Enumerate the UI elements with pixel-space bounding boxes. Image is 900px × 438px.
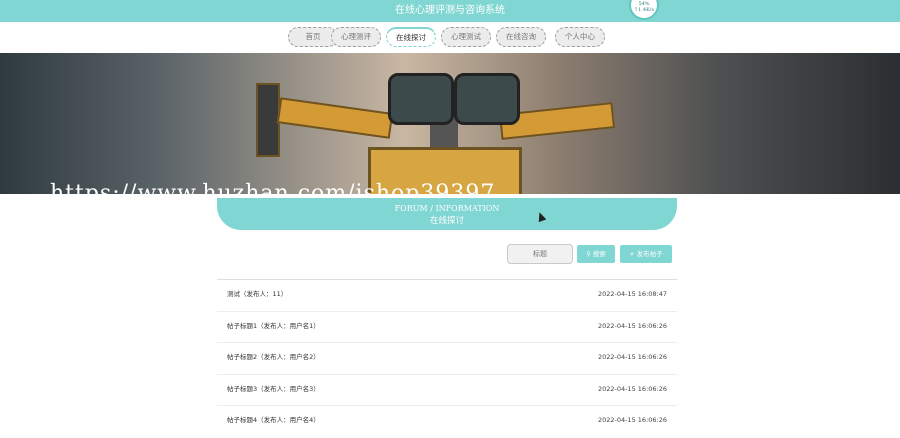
- post-title: 帖子标题1（发布人：用户名1）: [227, 321, 320, 330]
- search-icon: ⚲: [586, 250, 591, 258]
- search-button[interactable]: ⚲ 搜索: [577, 245, 615, 263]
- watermark-text: https://www.huzhan.com/ishop39397: [50, 181, 496, 194]
- app-header: 在线心理评测与咨询系统 54% ↑1.4K/s: [0, 0, 900, 22]
- post-time: 2022-04-15 16:08:47: [597, 290, 667, 298]
- network-speed-badge: 54% ↑1.4K/s: [629, 0, 659, 20]
- app-title: 在线心理评测与咨询系统: [395, 5, 505, 16]
- post-time: 2022-04-15 16:06:26: [597, 353, 667, 361]
- post-title: 帖子标题3（发布人：用户名3）: [227, 384, 320, 393]
- post-title: 测试（发布人：11）: [227, 290, 288, 298]
- post-button-label: 发布帖子: [636, 250, 663, 258]
- post-title: 帖子标题4（发布人：用户名4）: [227, 416, 320, 424]
- robot-right-eye: [454, 73, 520, 125]
- post-time: 2022-04-15 16:06:26: [597, 384, 667, 393]
- title-search-input[interactable]: 标题: [507, 244, 573, 264]
- badge-speed: ↑1.4K/s: [633, 7, 655, 13]
- nav-consult[interactable]: 在线咨询: [496, 27, 546, 47]
- search-button-label: 搜索: [592, 250, 606, 258]
- robot-left-eye: [388, 73, 454, 125]
- forum-post-list: 测试（发布人：11） 2022-04-15 16:08:47 帖子标题1（发布人…: [217, 279, 677, 437]
- main-nav: 首页 心理测评 在线探讨 心理测试 在线咨询 个人中心: [0, 22, 900, 52]
- plus-icon: +: [629, 250, 635, 258]
- list-item[interactable]: 帖子标题4（发布人：用户名4） 2022-04-15 16:06:26: [217, 405, 677, 437]
- nav-profile[interactable]: 个人中心: [555, 27, 605, 47]
- post-time: 2022-04-15 16:06:26: [597, 416, 667, 424]
- list-item[interactable]: 帖子标题2（发布人：用户名2） 2022-04-15 16:06:26: [217, 342, 677, 374]
- robot-left-arm: [276, 97, 394, 139]
- banner-image: https://www.huzhan.com/ishop39397: [0, 53, 900, 194]
- nav-forum[interactable]: 在线探讨: [386, 27, 436, 47]
- list-item[interactable]: 帖子标题1（发布人：用户名1） 2022-04-15 16:06:26: [217, 310, 677, 343]
- post-time: 2022-04-15 16:06:26: [597, 321, 667, 330]
- section-title-en: FORUM / INFORMATION: [394, 204, 500, 213]
- post-title: 帖子标题2（发布人：用户名2）: [227, 353, 320, 361]
- list-item[interactable]: 帖子标题3（发布人：用户名3） 2022-04-15 16:06:26: [217, 373, 677, 406]
- post-topic-button[interactable]: + 发布帖子: [620, 245, 672, 263]
- list-item[interactable]: 测试（发布人：11） 2022-04-15 16:08:47: [217, 279, 677, 311]
- section-title-zh: 在线探讨: [429, 216, 464, 226]
- nav-test[interactable]: 心理测试: [441, 27, 491, 47]
- section-header: FORUM / INFORMATION 在线探讨: [217, 198, 677, 230]
- nav-assessment[interactable]: 心理测评: [331, 27, 381, 47]
